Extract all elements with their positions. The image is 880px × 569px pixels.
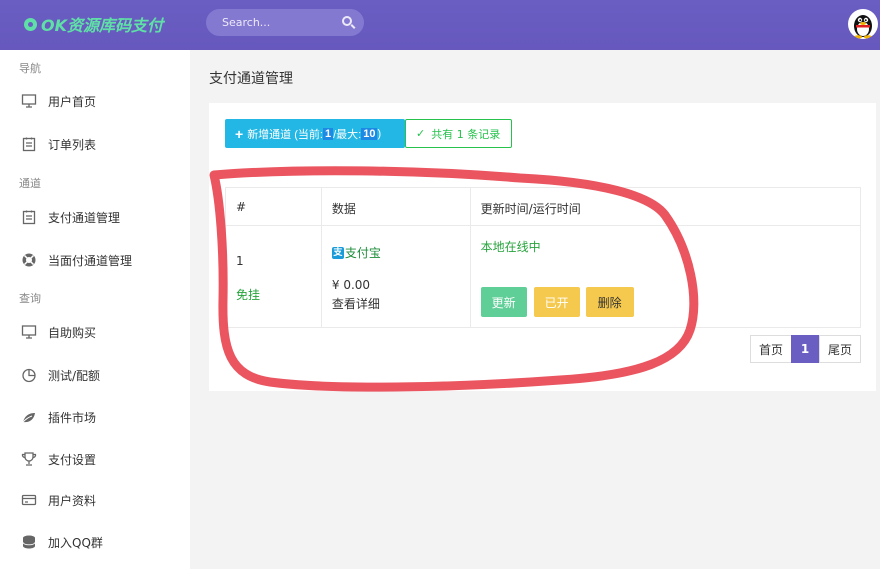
top-bar: OK资源库码支付 [0, 0, 880, 50]
channel-name: 支 支付宝 [331, 244, 381, 261]
leaf-icon [22, 413, 35, 423]
monitor-icon [21, 325, 37, 339]
column-header-time: 更新时间/运行时间 [469, 187, 862, 226]
check-icon: ✓ [416, 127, 426, 140]
add-channel-label-middle: /最大: [333, 128, 362, 141]
alipay-icon: 支 [331, 246, 344, 259]
sidebar-item-plugin-market[interactable]: 插件市场 [0, 404, 190, 430]
add-channel-label: 新增通道 (当前: [247, 128, 323, 141]
cell-index: 1 免挂 [225, 225, 322, 328]
channel-max-count: 10 [361, 127, 378, 140]
sidebar-item-label: 用户首页 [48, 95, 97, 109]
pagination-current[interactable]: 1 [791, 335, 819, 363]
trophy-icon [21, 452, 37, 466]
sidebar-item-self-purchase[interactable]: 自助购买 [0, 319, 190, 345]
search-icon[interactable] [342, 16, 352, 26]
pie-chart-icon [22, 368, 36, 383]
sidebar-item-payment-settings[interactable]: 支付设置 [0, 446, 190, 472]
add-channel-button[interactable]: + 新增通道 (当前: 1/最大: 10) [225, 119, 405, 148]
sidebar-item-label: 用户资料 [48, 494, 97, 508]
qq-penguin-icon [854, 15, 872, 39]
sidebar-item-f2f-channels[interactable]: 当面付通道管理 [0, 247, 190, 273]
plus-icon: + [235, 125, 244, 142]
search-input[interactable] [222, 16, 332, 29]
sidebar-item-label: 支付设置 [48, 453, 97, 467]
channel-current-count: 1 [322, 127, 334, 140]
search-box [206, 9, 364, 36]
table-header-row: # 数据 更新时间/运行时间 [225, 187, 862, 226]
sidebar-item-label: 加入QQ群 [48, 536, 103, 550]
lifebuoy-icon [22, 253, 36, 267]
sidebar-item-payment-channels[interactable]: 支付通道管理 [0, 204, 190, 230]
sidebar-item-label: 插件市场 [48, 411, 97, 425]
sidebar-item-orders[interactable]: 订单列表 [0, 131, 190, 157]
table-row: 1 免挂 支 支付宝 ¥ 0.00 查看详细 本地在线中 更新 已开 删除 [225, 225, 862, 328]
runtime-status: 本地在线中 [480, 240, 541, 254]
monitor-icon [21, 94, 37, 108]
credit-card-icon [21, 494, 37, 506]
channel-amount: ¥ 0.00 [331, 278, 371, 292]
row-status: 免挂 [236, 288, 261, 302]
clipboard-icon [22, 137, 36, 152]
row-id: 1 [236, 254, 244, 268]
user-avatar[interactable] [848, 9, 878, 39]
database-icon [22, 535, 36, 549]
cell-data: 支 支付宝 ¥ 0.00 查看详细 [320, 225, 471, 328]
sidebar-item-home[interactable]: 用户首页 [0, 88, 190, 114]
sidebar-item-test-quota[interactable]: 测试/配额 [0, 362, 190, 388]
view-detail-link[interactable]: 查看详细 [332, 295, 380, 312]
record-count-badge: ✓ 共有 1 条记录 [405, 119, 512, 148]
sidebar-item-label: 当面付通道管理 [48, 254, 133, 268]
cell-time: 本地在线中 更新 已开 删除 [469, 225, 862, 328]
sidebar-section-query: 查询 [19, 292, 41, 305]
logo-icon [24, 17, 37, 31]
sidebar-item-user-profile[interactable]: 用户资料 [0, 487, 190, 513]
sidebar-item-label: 支付通道管理 [48, 211, 121, 225]
channel-label: 支付宝 [344, 246, 381, 260]
sidebar-item-label: 自助购买 [48, 326, 97, 340]
sidebar-item-join-qq-group[interactable]: 加入QQ群 [0, 529, 190, 555]
sidebar-section-channel: 通道 [19, 177, 41, 190]
toggle-open-button[interactable]: 已开 [533, 287, 580, 317]
sidebar-item-label: 测试/配额 [48, 369, 101, 383]
brand-logo[interactable]: OK资源库码支付 [24, 12, 163, 36]
column-header-index: # [225, 187, 322, 226]
delete-button[interactable]: 删除 [585, 287, 634, 317]
pagination-last[interactable]: 尾页 [819, 335, 861, 363]
channel-table: # 数据 更新时间/运行时间 1 免挂 支 支付宝 ¥ 0.00 查看详细 本地… [225, 187, 862, 328]
record-count-text: 共有 1 条记录 [431, 127, 501, 141]
update-button[interactable]: 更新 [480, 287, 527, 317]
add-channel-label-suffix: ) [377, 127, 382, 140]
sidebar-section-nav: 导航 [19, 62, 41, 75]
pagination-first[interactable]: 首页 [750, 335, 792, 363]
page-title: 支付通道管理 [209, 71, 293, 87]
sidebar-item-label: 订单列表 [48, 138, 97, 152]
clipboard-icon [22, 210, 36, 225]
column-header-data: 数据 [320, 187, 471, 226]
brand-name: OK资源库码支付 [41, 16, 164, 35]
